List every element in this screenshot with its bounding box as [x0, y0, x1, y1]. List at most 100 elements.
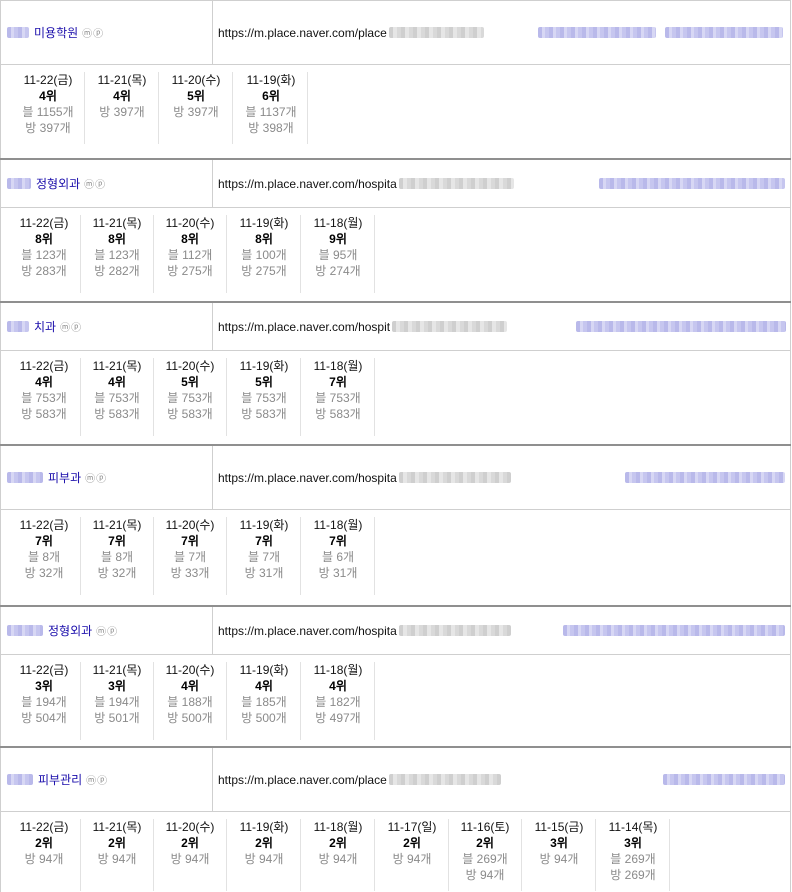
day-stat: 11-17(일) 2위 방 94개 — [376, 819, 449, 891]
day-stat: 11-20(수) 2위 방 94개 — [154, 819, 227, 891]
stat-rank: 2위 — [403, 836, 421, 850]
stat-place: 방 94개 — [97, 852, 137, 866]
mp-icons[interactable]: ⓜⓟ — [60, 319, 82, 334]
entry-name-cell: 정형외과 ⓜⓟ — [1, 160, 213, 207]
entry-url-cell: https://m.place.naver.com/hospita — [218, 160, 514, 207]
stat-blog: 블 6개 — [321, 550, 355, 564]
redacted-region — [663, 773, 785, 785]
entry-header: 정형외과 ⓜⓟ https://m.place.naver.com/hospit… — [0, 160, 791, 208]
stat-date: 11-22(금) — [19, 518, 69, 532]
stat-blog: 블 753개 — [21, 391, 67, 405]
entry-url[interactable]: https://m.place.naver.com/hospita — [218, 177, 397, 191]
redacted-region — [398, 472, 511, 483]
redacted-region — [576, 320, 786, 332]
stats-row: 11-22(금) 8위 블 123개 방 283개 11-21(목) 8위 블 … — [0, 208, 791, 303]
entry-header: 미용학원 ⓜⓟ https://m.place.naver.com/place — [0, 1, 791, 65]
entry-url[interactable]: https://m.place.naver.com/place — [218, 773, 387, 787]
entry-url-cell: https://m.place.naver.com/hospit — [218, 303, 508, 350]
stat-blog: 블 95개 — [318, 248, 358, 262]
day-stat: 11-21(목) 4위 방 397개 — [86, 72, 159, 144]
redacted-region — [392, 321, 508, 332]
redacted-region — [7, 178, 31, 189]
stat-date: 11-19(화) — [239, 216, 289, 230]
stat-blog: 블 123개 — [94, 248, 140, 262]
day-stat: 11-14(목) 3위 블 269개 방 269개 — [597, 819, 670, 891]
stat-blog: 블 188개 — [167, 695, 213, 709]
stat-rank: 4위 — [35, 375, 53, 389]
entry-name-cell: 치과 ⓜⓟ — [1, 303, 213, 350]
stat-place: 방 504개 — [21, 711, 67, 725]
mp-icons[interactable]: ⓜⓟ — [86, 772, 108, 787]
redacted-region — [388, 27, 484, 38]
day-stat: 11-21(목) 7위 블 8개 방 32개 — [81, 517, 154, 595]
stat-rank: 8위 — [255, 232, 273, 246]
day-stat: 11-20(수) 4위 블 188개 방 500개 — [154, 662, 227, 740]
stat-date: 11-20(수) — [165, 663, 215, 677]
entry-name-link[interactable]: 피부과 — [48, 469, 81, 486]
stat-place: 방 94개 — [539, 852, 579, 866]
stat-blog: 블 753개 — [94, 391, 140, 405]
entry-block: 피부관리 ⓜⓟ https://m.place.naver.com/place … — [0, 746, 791, 892]
stat-blog: 블 1155개 — [22, 105, 74, 119]
stat-rank: 4위 — [255, 679, 273, 693]
stat-place: 방 497개 — [315, 711, 361, 725]
entry-name-cell: 미용학원 ⓜⓟ — [1, 1, 213, 64]
day-stat: 11-19(화) 4위 블 185개 방 500개 — [228, 662, 301, 740]
entry-block: 미용학원 ⓜⓟ https://m.place.naver.com/place … — [0, 0, 791, 159]
day-stat: 11-19(화) 7위 블 7개 방 31개 — [228, 517, 301, 595]
redacted-region — [7, 625, 43, 636]
stat-rank: 7위 — [329, 534, 347, 548]
day-stat: 11-21(목) 2위 방 94개 — [81, 819, 154, 891]
stat-rank: 3위 — [108, 679, 126, 693]
day-stat: 11-20(수) 5위 블 753개 방 583개 — [154, 358, 227, 436]
stat-date: 11-18(월) — [313, 820, 363, 834]
stat-date: 11-20(수) — [165, 518, 215, 532]
stats-row: 11-22(금) 7위 블 8개 방 32개 11-21(목) 7위 블 8개 … — [0, 510, 791, 607]
day-stat: 11-22(금) 4위 블 1155개 방 397개 — [12, 72, 85, 144]
entry-name-link[interactable]: 미용학원 — [34, 24, 78, 41]
stats-row: 11-22(금) 3위 블 194개 방 504개 11-21(목) 3위 블 … — [0, 655, 791, 748]
stat-rank: 7위 — [329, 375, 347, 389]
mp-icons[interactable]: ⓜⓟ — [84, 176, 106, 191]
stat-date: 11-20(수) — [165, 359, 215, 373]
day-stat: 11-21(목) 3위 블 194개 방 501개 — [81, 662, 154, 740]
entry-url[interactable]: https://m.place.naver.com/hospita — [218, 471, 397, 485]
day-stat: 11-18(월) 4위 블 182개 방 497개 — [302, 662, 375, 740]
stat-date: 11-20(수) — [171, 73, 221, 87]
stat-date: 11-17(일) — [387, 820, 437, 834]
stat-place: 방 31개 — [244, 566, 284, 580]
entry-name-link[interactable]: 피부관리 — [38, 771, 82, 788]
stat-blog: 블 194개 — [94, 695, 140, 709]
stat-blog: 블 194개 — [21, 695, 67, 709]
stat-rank: 8위 — [108, 232, 126, 246]
stat-place: 방 397개 — [173, 105, 219, 119]
entry-name-link[interactable]: 치과 — [34, 318, 56, 335]
day-stat: 11-20(수) 8위 블 112개 방 275개 — [154, 215, 227, 293]
day-stat: 11-18(월) 2위 방 94개 — [302, 819, 375, 891]
day-stat: 11-19(화) 5위 블 753개 방 583개 — [228, 358, 301, 436]
stat-date: 11-19(화) — [239, 820, 289, 834]
stat-date: 11-21(목) — [92, 663, 142, 677]
stat-blog: 블 1137개 — [245, 105, 297, 119]
entry-name-link[interactable]: 정형외과 — [48, 622, 92, 639]
entry-name-link[interactable]: 정형외과 — [36, 175, 80, 192]
mp-icons[interactable]: ⓜⓟ — [85, 470, 107, 485]
day-stat: 11-19(화) 8위 블 100개 방 275개 — [228, 215, 301, 293]
stat-place: 방 94개 — [24, 852, 64, 866]
stat-blog: 블 753개 — [241, 391, 287, 405]
stat-blog: 블 269개 — [462, 852, 508, 866]
stat-place: 방 583개 — [94, 407, 140, 421]
mp-icons[interactable]: ⓜⓟ — [96, 623, 118, 638]
stat-place: 방 33개 — [170, 566, 210, 580]
entry-url-cell: https://m.place.naver.com/place — [218, 748, 501, 811]
entry-url[interactable]: https://m.place.naver.com/hospita — [218, 624, 397, 638]
stat-place: 방 275개 — [167, 264, 213, 278]
entry-url[interactable]: https://m.place.naver.com/hospit — [218, 320, 390, 334]
entry-url[interactable]: https://m.place.naver.com/place — [218, 26, 387, 40]
mp-icons[interactable]: ⓜⓟ — [82, 25, 104, 40]
entry-name-cell: 피부관리 ⓜⓟ — [1, 748, 213, 811]
stat-rank: 7위 — [108, 534, 126, 548]
redacted-region — [7, 472, 43, 483]
entry-block: 정형외과 ⓜⓟ https://m.place.naver.com/hospit… — [0, 605, 791, 748]
stat-rank: 4위 — [108, 375, 126, 389]
